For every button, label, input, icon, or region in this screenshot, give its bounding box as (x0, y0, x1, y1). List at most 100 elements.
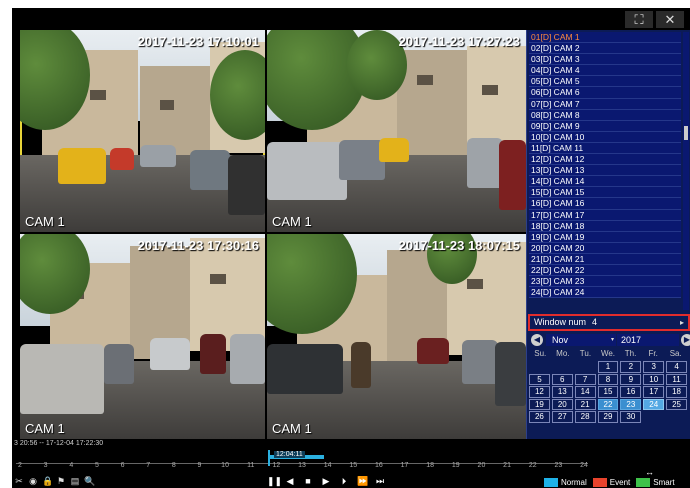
camera-list-item[interactable]: 19[D] CAM 19 (529, 231, 681, 243)
video-tile-3[interactable]: 2017-11-23 17:30:16 CAM 1 (20, 234, 265, 439)
video-tile-1[interactable]: 2017-11-23 17:10:01 CAM 1 (20, 30, 265, 232)
calendar-day[interactable]: 19 (529, 398, 550, 410)
camera-list-item[interactable]: 09[D] CAM 9 (529, 120, 681, 132)
calendar-day[interactable]: 5 (529, 373, 550, 385)
month-select[interactable]: Nov ▾ (546, 334, 616, 346)
video-tile-2[interactable]: 2017-11-23 17:27:23 CAM 1 (267, 30, 526, 232)
camera-list-item[interactable]: 08[D] CAM 8 (529, 109, 681, 121)
timeline-zoom-icon[interactable]: ↔ (645, 467, 654, 477)
play-button[interactable]: ▶ (321, 476, 331, 486)
step-button[interactable]: ⏭ (375, 476, 385, 486)
calendar-weekdays: Su. Mo. Tu. We. Th. Fr. Sa. (529, 348, 687, 359)
tile-camera-label: CAM 1 (272, 421, 312, 436)
camera-list-item[interactable]: 21[D] CAM 21 (529, 253, 681, 265)
calendar-day[interactable]: 9 (620, 373, 642, 385)
camera-list-item[interactable]: 13[D] CAM 13 (529, 165, 681, 177)
calendar-day[interactable]: 26 (529, 411, 550, 423)
hour-tick-label: 16 (375, 462, 383, 469)
calendar-day[interactable]: 20 (551, 398, 573, 410)
calendar-day[interactable]: 6 (551, 373, 573, 385)
cut-icon[interactable]: ✂ (14, 476, 24, 486)
month-value: Nov (552, 335, 569, 345)
lock-icon[interactable]: 🔒 (42, 476, 53, 486)
hour-tick-label: 3 (43, 462, 48, 469)
window-num-select[interactable]: Window num 4 ▸ (528, 314, 690, 331)
calendar-day[interactable]: 2 (620, 361, 642, 373)
calendar-day[interactable]: 30 (620, 411, 642, 423)
calendar-day[interactable]: 13 (551, 386, 573, 398)
camera-list-item[interactable]: 24[D] CAM 24 (529, 287, 681, 299)
calendar-day[interactable]: 29 (597, 411, 619, 423)
hour-tick-label: 12 (272, 462, 281, 469)
calendar-day[interactable]: 8 (597, 373, 619, 385)
calendar-day[interactable]: 12 (529, 386, 550, 398)
calendar-day[interactable]: 17 (643, 386, 665, 398)
camera-list-item[interactable]: 03[D] CAM 3 (529, 54, 681, 66)
camera-list-item[interactable]: 20[D] CAM 20 (529, 242, 681, 254)
camera-list-scrollbar[interactable] (683, 32, 689, 310)
camera-list-item[interactable]: 04[D] CAM 4 (529, 65, 681, 77)
calendar-day[interactable]: 24 (643, 398, 665, 410)
calendar-day[interactable]: 7 (574, 373, 596, 385)
camera-list-item[interactable]: 12[D] CAM 12 (529, 154, 681, 166)
calendar-day[interactable]: 22 (597, 398, 619, 410)
camera-list-item[interactable]: 18[D] CAM 18 (529, 220, 681, 232)
camera-list-item[interactable]: 15[D] CAM 15 (529, 187, 681, 199)
chevron-right-icon: ▸ (679, 318, 684, 327)
camera-list-item[interactable]: 05[D] CAM 5 (529, 76, 681, 88)
folder-icon[interactable]: ▤ (70, 476, 80, 486)
calendar-day[interactable]: 10 (643, 373, 665, 385)
calendar-day[interactable]: 15 (597, 386, 619, 398)
camera-feed-image (20, 234, 265, 439)
camera-list-item[interactable]: 14[D] CAM 14 (529, 176, 681, 188)
reverse-play-button[interactable]: ◀ (285, 476, 295, 486)
fast-forward-button[interactable]: ⏩ (357, 476, 368, 486)
calendar-day[interactable]: 21 (574, 398, 596, 410)
calendar-day[interactable]: 14 (574, 386, 596, 398)
calendar-day[interactable]: 16 (620, 386, 642, 398)
tile-timestamp: 2017-11-23 17:27:23 (398, 34, 520, 49)
flag-icon[interactable]: ⚑ (56, 476, 66, 486)
camera-list-item[interactable]: 22[D] CAM 22 (529, 264, 681, 277)
slow-button[interactable]: ⏵ (339, 476, 349, 486)
video-tile-4[interactable]: 2017-11-23 18:07:15 CAM 1 (267, 234, 526, 439)
camera-list-item[interactable]: 01[D] CAM 1 (529, 32, 681, 44)
zoom-icon[interactable]: 🔍 (84, 476, 95, 486)
hour-tick-label: 24 (580, 462, 588, 469)
camera-list: 01[D] CAM 1 02[D] CAM 2 03[D] CAM 3 04[D] C… (529, 32, 681, 310)
camera-list-item[interactable]: 11[D] CAM 11 (529, 142, 681, 155)
camera-list-item[interactable]: 17[D] CAM 17 (529, 209, 681, 221)
camera-list-item[interactable]: 02[D] CAM 2 (529, 43, 681, 55)
year-select[interactable]: 2017 (617, 334, 679, 346)
camera-list-item[interactable]: 23[D] CAM 23 (529, 276, 681, 288)
time-range-label: 3 20:56 -- 17-12-04 17:22:30 (14, 440, 104, 447)
hour-tick-label: 14 (323, 462, 332, 469)
camera-feed-image (20, 30, 265, 232)
camera-list-item[interactable]: 10[D] CAM 10 (529, 131, 681, 143)
scroll-thumb[interactable] (684, 126, 688, 140)
calendar-day[interactable]: 18 (666, 386, 687, 398)
tile-timestamp: 2017-11-23 17:10:01 (137, 34, 259, 49)
camera-feed-image (267, 30, 526, 232)
camera-list-item[interactable]: 06[D] CAM 6 (529, 87, 681, 99)
close-icon[interactable]: ✕ (656, 11, 684, 28)
calendar-blank (552, 361, 573, 373)
calendar-day[interactable]: 11 (666, 373, 687, 385)
calendar-day[interactable]: 27 (551, 411, 573, 423)
calendar-day[interactable]: 25 (666, 398, 687, 410)
camera-list-item[interactable]: 16[D] CAM 16 (529, 198, 681, 210)
stop-button[interactable]: ■ (303, 476, 313, 486)
camera-list-item[interactable]: 07[D] CAM 7 (529, 98, 681, 110)
fullscreen-icon[interactable]: ⛶ (625, 11, 653, 28)
hour-ticks: 2 3 4 5 6 7 8 9 10 11 12 13 14 15 16 17 18 19 20 21 22 23 24 (18, 462, 588, 474)
calendar-day[interactable]: 1 (597, 361, 619, 373)
prev-month-icon[interactable]: ◀ (531, 334, 543, 346)
camera-icon[interactable]: ◉ (28, 476, 38, 486)
calendar-day[interactable]: 23 (620, 398, 642, 410)
next-month-icon[interactable]: ▶ (681, 334, 690, 346)
calendar-day[interactable]: 3 (643, 361, 665, 373)
calendar-day[interactable]: 28 (574, 411, 596, 423)
calendar-day[interactable]: 4 (666, 361, 687, 373)
hour-tick-label: 21 (503, 462, 511, 469)
pause-button[interactable]: ❚❚ (267, 476, 282, 486)
